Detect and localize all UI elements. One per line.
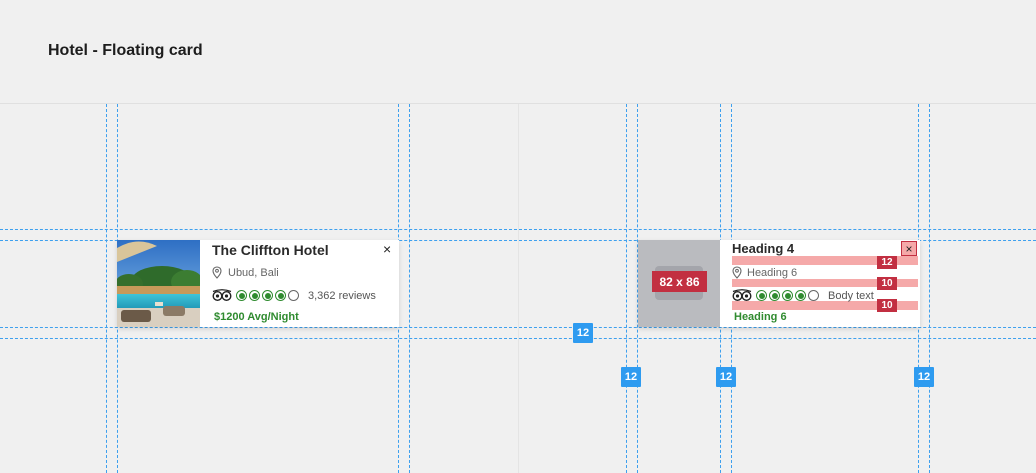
image-placeholder: 82 x 86	[638, 240, 720, 327]
rating-row: 3,362 reviews	[212, 289, 376, 302]
spacing-badge: 12	[914, 367, 934, 387]
spec-location-text: Heading 6	[747, 266, 798, 279]
tripadvisor-owl-icon	[212, 289, 232, 302]
hotel-floating-card[interactable]: The Cliffton Hotel × Ubud, Bali 3,362 re…	[117, 240, 399, 327]
close-icon[interactable]: ×	[901, 241, 917, 256]
spec-heading: Heading 4	[732, 241, 795, 256]
rating-bubble	[769, 290, 780, 301]
rating-bubble-empty	[288, 290, 299, 301]
hotel-name: The Cliffton Hotel	[212, 242, 329, 258]
spec-location: Heading 6	[732, 266, 797, 279]
hotel-price: $1200 Avg/Night	[214, 311, 299, 323]
spacing-label-red: 10	[877, 277, 897, 290]
rating-bubble	[262, 290, 273, 301]
spec-footer-heading: Heading 6	[734, 311, 787, 323]
guide-line	[929, 104, 930, 473]
rating-bubble	[236, 290, 247, 301]
review-count: 3,362 reviews	[308, 289, 376, 302]
location-text: Ubud, Bali	[228, 266, 279, 279]
rating-bubble	[756, 290, 767, 301]
location-pin-icon	[732, 266, 742, 279]
spacing-label-red: 10	[877, 299, 897, 312]
guide-line	[106, 104, 107, 473]
spacing-badge: 12	[716, 367, 736, 387]
center-divider	[518, 104, 519, 473]
close-icon[interactable]: ×	[383, 241, 391, 257]
guide-line	[0, 229, 1036, 230]
spacing-badge: 12	[573, 323, 593, 343]
guide-line	[409, 104, 410, 473]
spacing-label-red: 12	[877, 256, 897, 269]
image-size-label: 82 x 86	[652, 271, 707, 292]
spec-floating-card: 82 x 86 12 10 10 Heading 4 × Heading 6 B…	[638, 240, 920, 327]
spec-rating-row: Body text	[732, 289, 874, 302]
tripadvisor-owl-icon	[732, 289, 752, 302]
rating-bubble-empty	[808, 290, 819, 301]
guide-line	[0, 338, 1036, 339]
page-title: Hotel - Floating card	[48, 42, 203, 59]
spacing-badge: 12	[621, 367, 641, 387]
rating-bubble	[782, 290, 793, 301]
rating-bubble	[275, 290, 286, 301]
guide-line	[0, 327, 1036, 328]
hotel-location: Ubud, Bali	[212, 266, 279, 279]
location-pin-icon	[212, 266, 222, 279]
guide-line	[626, 104, 627, 473]
rating-bubble	[795, 290, 806, 301]
rating-bubble	[249, 290, 260, 301]
hotel-photo	[117, 240, 200, 327]
spec-body-text: Body text	[828, 289, 874, 302]
